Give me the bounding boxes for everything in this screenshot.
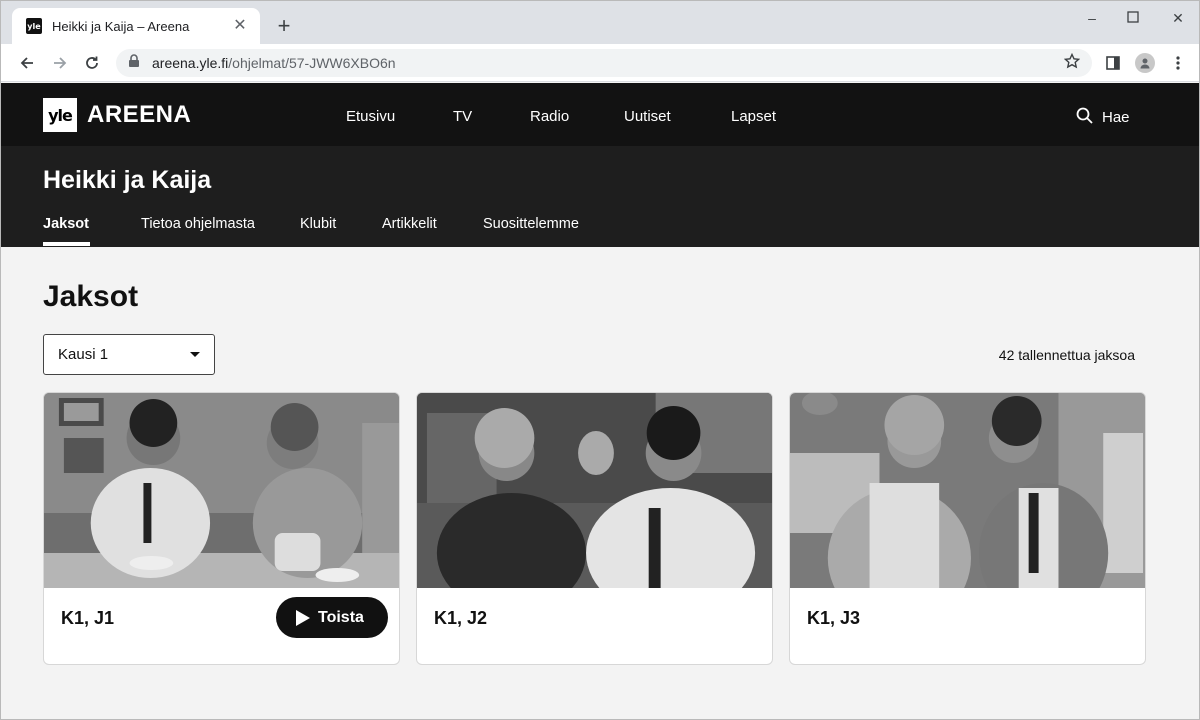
lock-icon[interactable] (128, 53, 140, 73)
episode-count: 42 tallennettua jaksoa (998, 347, 1135, 363)
section-title: Jaksot (43, 280, 139, 313)
yle-favicon-icon: yle (26, 18, 42, 34)
nav-etusivu[interactable]: Etusivu (346, 108, 395, 125)
minimize-icon[interactable]: – (1077, 7, 1107, 29)
episode-thumbnail[interactable] (44, 393, 399, 588)
areena-logo[interactable]: yle AREENA (43, 98, 191, 132)
tab-tietoa-ohjelmasta[interactable]: Tietoa ohjelmasta (141, 216, 255, 232)
active-tab-indicator (43, 242, 90, 246)
url-path: /ohjelmat/57-JWW6XBO6n (228, 55, 396, 71)
browser-tab[interactable]: yle Heikki ja Kaija – Areena ✕ (12, 8, 260, 44)
yle-logo-box: yle (43, 98, 77, 132)
episodes-section: Jaksot Kausi 1 42 tallennettua jaksoa K1… (1, 247, 1199, 719)
forward-icon[interactable] (48, 51, 72, 75)
episode-label: K1, J1 (61, 608, 115, 628)
tab-suosittelemme[interactable]: Suosittelemme (483, 216, 579, 232)
nav-uutiset[interactable]: Uutiset (624, 108, 671, 125)
search-label: Hae (1102, 109, 1130, 126)
browser-toolbar: areena.yle.fi/ohjelmat/57-JWW6XBO6n (1, 44, 1199, 82)
tab-strip: yle Heikki ja Kaija – Areena ✕ + – ✕ (1, 1, 1199, 44)
episode-card[interactable]: K1, J3 (789, 392, 1146, 665)
tab-jaksot[interactable]: Jaksot (43, 216, 89, 232)
episode-label: K1, J2 (434, 608, 488, 628)
sidepanel-icon[interactable] (1101, 51, 1125, 75)
play-icon (296, 609, 310, 626)
episode-thumbnail[interactable] (790, 393, 1145, 588)
nav-lapset[interactable]: Lapset (731, 108, 776, 125)
reload-icon[interactable] (80, 51, 104, 75)
program-header: Heikki ja Kaija Jaksot Tietoa ohjelmasta… (1, 146, 1199, 247)
season-dropdown[interactable]: Kausi 1 (43, 334, 215, 375)
play-label: Toista (318, 608, 364, 626)
site-header: yle AREENA Etusivu TV Radio Uutiset Laps… (1, 83, 1199, 146)
search-icon (1076, 107, 1093, 128)
program-title: Heikki ja Kaija (43, 166, 212, 194)
search-button[interactable]: Hae (1076, 107, 1130, 128)
browser-window: yle Heikki ja Kaija – Areena ✕ + – ✕ are… (0, 0, 1200, 720)
nav-radio[interactable]: Radio (530, 108, 569, 125)
logo-text: AREENA (87, 101, 192, 128)
episode-thumbnail[interactable] (417, 393, 772, 588)
profile-icon[interactable] (1133, 51, 1157, 75)
maximize-icon[interactable] (1118, 7, 1148, 29)
episode-card[interactable]: K1, J2 (416, 392, 773, 665)
episode-card[interactable]: K1, J1 Toista (43, 392, 400, 665)
episode-label: K1, J3 (807, 608, 861, 628)
nav-tv[interactable]: TV (453, 108, 472, 125)
tab-title: Heikki ja Kaija – Areena (52, 18, 190, 34)
star-icon[interactable] (1063, 52, 1081, 74)
tab-klubit[interactable]: Klubit (300, 216, 336, 232)
window-close-icon[interactable]: ✕ (1163, 7, 1193, 29)
menu-icon[interactable] (1166, 51, 1190, 75)
address-bar[interactable]: areena.yle.fi/ohjelmat/57-JWW6XBO6n (116, 49, 1092, 77)
url-text[interactable]: areena.yle.fi/ohjelmat/57-JWW6XBO6n (152, 55, 1064, 71)
tab-artikkelit[interactable]: Artikkelit (382, 216, 437, 232)
tab-close-icon[interactable]: ✕ (230, 18, 250, 34)
url-host: areena.yle.fi (152, 55, 229, 71)
new-tab-icon[interactable]: + (272, 14, 296, 38)
caret-down-icon (190, 352, 200, 357)
play-button[interactable]: Toista (276, 597, 388, 638)
back-icon[interactable] (15, 51, 39, 75)
season-selected-value: Kausi 1 (58, 346, 109, 363)
